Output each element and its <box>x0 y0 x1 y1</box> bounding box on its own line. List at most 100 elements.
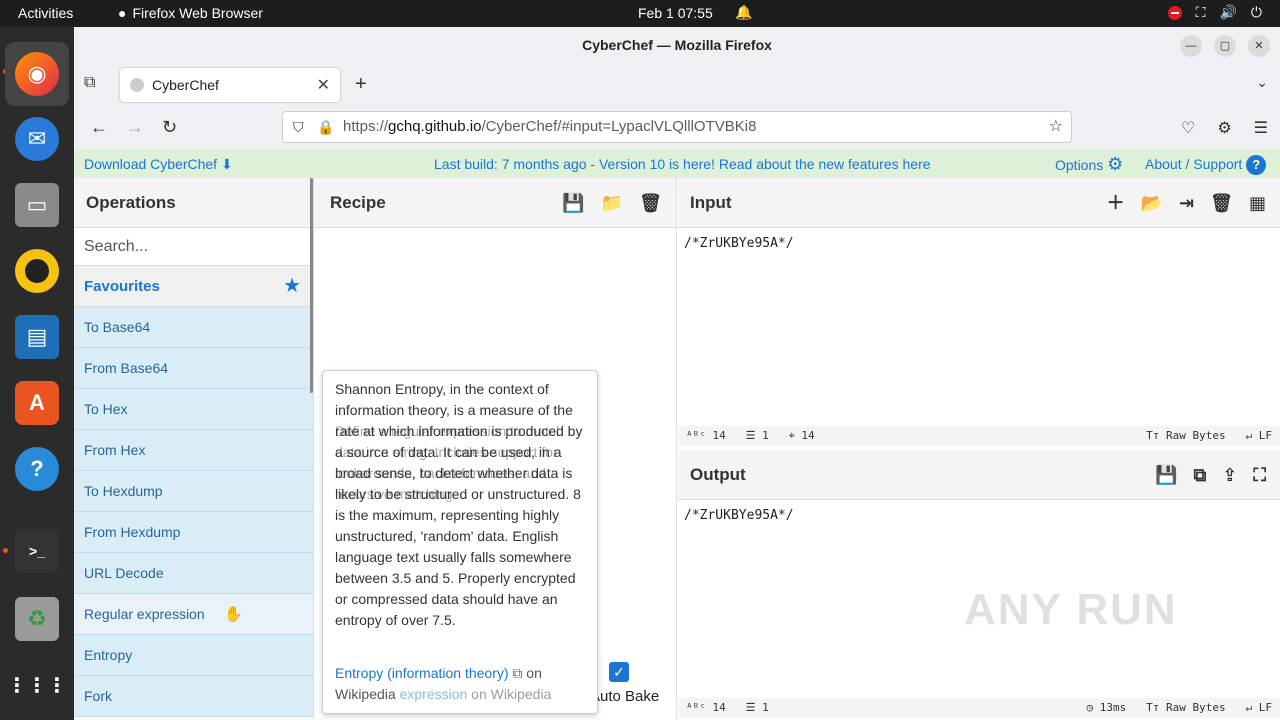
dock: ◉ ✉ ▭ ▤ A ? >_ ♻ ⋮⋮⋮ <box>0 27 74 720</box>
dock-terminal[interactable]: >_ <box>5 519 69 583</box>
op-item[interactable]: From Hex <box>74 430 313 471</box>
build-notice-link[interactable]: Last build: 7 months ago - Version 10 is… <box>434 150 931 178</box>
bookmark-star-icon[interactable]: ☆ <box>1049 112 1063 142</box>
back-button[interactable]: ← <box>90 117 108 138</box>
maximise-output-icon[interactable]: ⛶ <box>1253 450 1266 500</box>
window-titlebar: CyberChef — Mozilla Firefox — ▢ ✕ <box>74 27 1280 64</box>
notice-banner: Download CyberChef ⬇ Last build: 7 month… <box>74 150 1280 178</box>
io-panel: Input ＋ 📂 ⇥ 🗑 ▦ /*ZrUKBYe95A*/ ᴬᴮᶜ 14 ☰ … <box>678 178 1280 720</box>
download-link[interactable]: Download CyberChef ⬇ <box>84 150 233 178</box>
record-icon[interactable] <box>1167 5 1182 20</box>
dock-trash[interactable]: ♻ <box>5 587 69 651</box>
dock-files[interactable]: ▭ <box>5 173 69 237</box>
shield-icon[interactable]: ⛉ <box>293 112 304 142</box>
reload-button[interactable]: ↻ <box>162 117 177 138</box>
external-link-icon: ⧉ <box>508 665 523 681</box>
download-icon: ⬇ <box>220 156 233 172</box>
op-item[interactable]: From Base64 <box>74 348 313 389</box>
about-support-button[interactable]: About / Support ? <box>1145 150 1267 178</box>
favourites-label: Favourites <box>84 278 160 295</box>
rhythmbox-icon <box>15 249 59 293</box>
output-encoding-controls[interactable]: ◷ 13ms Tт Raw Bytes ↵ LF <box>1087 698 1272 718</box>
bell-icon: 🔔 <box>735 4 753 20</box>
system-tray[interactable]: ⛶ 🔊 ⏻ <box>1167 4 1262 21</box>
save-recipe-icon[interactable]: 💾 <box>562 178 584 228</box>
popover-text: Shannon Entropy, in the context of infor… <box>335 381 583 628</box>
maximize-button[interactable]: ▢ <box>1214 35 1236 57</box>
recipe-header: Recipe 💾 📁 🗑 <box>314 178 676 228</box>
lock-icon[interactable]: 🔒 <box>317 112 334 142</box>
op-item[interactable]: From Hexdump <box>74 512 313 553</box>
ghost-link[interactable]: expression <box>400 686 468 702</box>
operations-search-input[interactable]: Search... <box>74 228 313 266</box>
op-item[interactable]: To Hexdump <box>74 471 313 512</box>
options-button[interactable]: Options ⚙ <box>1055 150 1123 179</box>
wiki-link-entropy[interactable]: Entropy (information theory) <box>335 665 509 681</box>
trash-icon: ♻ <box>15 597 59 641</box>
dock-rhythmbox[interactable] <box>5 239 69 303</box>
power-icon: ⏻ <box>1250 4 1262 20</box>
load-recipe-icon[interactable]: 📁 <box>601 178 623 228</box>
close-tab-icon[interactable]: ✕ <box>317 75 330 95</box>
auto-bake-checkbox[interactable]: ✓ <box>609 662 629 682</box>
operations-scrollbar[interactable] <box>310 178 313 393</box>
chevron-down-icon[interactable]: ⌄ <box>1256 74 1268 91</box>
dock-software[interactable]: A <box>5 371 69 435</box>
save-output-icon[interactable]: 💾 <box>1155 450 1177 500</box>
layout-icon[interactable]: ▦ <box>1249 178 1266 228</box>
op-item[interactable]: Fork <box>74 676 313 717</box>
ghost-link-suffix: on Wikipedia <box>467 686 552 702</box>
extensions-icon[interactable]: ⚙ <box>1217 118 1231 138</box>
favourites-category[interactable]: Favourites ★ <box>74 266 313 307</box>
forward-button[interactable]: → <box>126 117 144 138</box>
url-path: /CyberChef/#input=LypaclVLQlllOTVBKi8 <box>481 118 757 135</box>
system-top-bar: Activities ● Firefox Web Browser Feb 1 07… <box>0 0 1280 27</box>
tab-cyberchef[interactable]: CyberChef ✕ <box>120 68 340 102</box>
tab-bar: ⧉ CyberChef ✕ + ⌄ <box>74 64 1280 106</box>
input-stats: ᴬᴮᶜ 14 ☰ 1 ⌖ 14 <box>686 429 815 442</box>
output-textarea[interactable]: /*ZrUKBYe95A*/ <box>678 500 800 531</box>
op-item[interactable]: To Base64 <box>74 307 313 348</box>
auto-bake-label: Auto Bake <box>590 688 660 705</box>
url-bar[interactable]: ⛉ 🔒 https://gchq.github.io/CyberChef/#in… <box>282 111 1072 143</box>
open-folder-icon[interactable]: 📂 <box>1141 178 1163 228</box>
network-icon: ⛶ <box>1195 4 1206 20</box>
dock-help[interactable]: ? <box>5 437 69 501</box>
close-window-button[interactable]: ✕ <box>1248 35 1270 57</box>
replace-input-icon[interactable]: ⇪ <box>1222 450 1237 500</box>
link-suffix: on <box>522 665 542 681</box>
tab-title: CyberChef <box>152 77 219 93</box>
add-input-icon[interactable]: ＋ <box>1107 178 1125 228</box>
download-label: Download CyberChef <box>84 156 218 172</box>
input-textarea[interactable]: /*ZrUKBYe95A*/ <box>678 228 1280 259</box>
app-name-label: Firefox Web Browser <box>132 5 263 21</box>
dock-firefox[interactable]: ◉ <box>5 42 69 106</box>
activities-button[interactable]: Activities <box>18 5 73 21</box>
dock-show-apps[interactable]: ⋮⋮⋮ <box>5 653 69 717</box>
clock[interactable]: Feb 1 07:55 <box>638 5 713 21</box>
input-encoding-controls[interactable]: Tт Raw Bytes ↵ LF <box>1146 426 1272 446</box>
gear-icon: ⚙ <box>1107 154 1124 174</box>
thunderbird-icon: ✉ <box>15 117 59 161</box>
op-item[interactable]: Entropy <box>74 635 313 676</box>
anyrun-watermark: ANY RUN <box>964 585 1178 634</box>
clear-input-icon[interactable]: 🗑 <box>1210 178 1233 228</box>
volume-icon: 🔊 <box>1219 4 1237 20</box>
app-menu[interactable]: ● Firefox Web Browser <box>118 5 263 21</box>
new-tab-button[interactable]: + <box>355 73 367 96</box>
op-item-hovered[interactable]: Regular expression ✋ <box>74 594 313 635</box>
dock-writer[interactable]: ▤ <box>5 305 69 369</box>
firefox-icon: ◉ <box>15 52 59 96</box>
pocket-icon[interactable]: ♡ <box>1181 118 1195 138</box>
op-item[interactable]: URL Decode <box>74 553 313 594</box>
op-item[interactable]: To Hex <box>74 389 313 430</box>
open-file-icon[interactable]: ⇥ <box>1179 178 1194 228</box>
software-store-icon: A <box>15 381 59 425</box>
tab-list-icon[interactable]: ⧉ <box>84 74 95 92</box>
clear-recipe-icon[interactable]: 🗑 <box>639 178 662 228</box>
popover-ghost-text: Define a regular expression to match dat… <box>335 423 564 502</box>
minimize-button[interactable]: — <box>1180 35 1202 57</box>
menu-icon[interactable]: ☰ <box>1254 118 1268 138</box>
copy-output-icon[interactable]: ⧉ <box>1193 450 1206 500</box>
dock-thunderbird[interactable]: ✉ <box>5 107 69 171</box>
